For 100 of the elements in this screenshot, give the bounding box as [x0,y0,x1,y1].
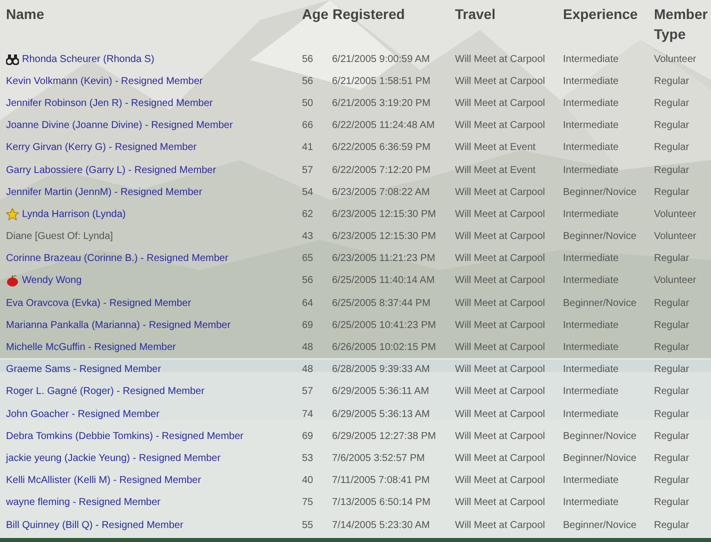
experience-cell: Beginner/Novice [563,520,636,531]
registered-cell: 7/13/2005 6:50:14 PM [332,497,430,508]
travel-cell: Will Meet at Carpool [455,475,546,486]
travel-cell: Will Meet at Event [455,164,536,176]
member-link[interactable]: Wendy Wong [22,275,82,286]
experience-cell: Intermediate [563,76,619,87]
age-cell: 48 [302,364,314,376]
age-cell: 66 [302,120,314,132]
column-header: Registered [332,5,405,24]
experience-cell: Intermediate [563,120,619,132]
member-link[interactable]: Eva Oravcova (Evka) - Resigned Member [6,298,192,309]
column-header: Name [6,5,46,24]
column-header: Age [302,5,328,24]
experience-cell: Intermediate [563,320,619,331]
travel-cell: Will Meet at Carpool [455,408,546,420]
column-header: Travel [455,5,496,24]
travel-cell: Will Meet at Carpool [455,320,546,331]
member-type-cell: Volunteer [654,54,696,65]
travel-cell: Will Meet at Carpool [455,430,546,442]
travel-cell: Will Meet at Carpool [455,54,546,65]
travel-cell: Will Meet at Event [455,142,536,154]
registered-cell: 6/26/2005 10:02:15 PM [332,342,436,354]
registered-cell: 6/21/2005 9:00:59 AM [332,54,430,65]
age-cell: 64 [302,298,314,309]
column-header: Experience [563,5,639,24]
member-link[interactable]: Jennifer Martin (JennM) - Resigned Member [6,186,202,198]
age-cell: 62 [302,208,314,220]
experience-cell: Intermediate [563,342,619,354]
age-cell: 57 [302,386,314,398]
travel-cell: Will Meet at Carpool [455,76,546,87]
age-cell: 48 [302,342,314,354]
member-link[interactable]: Garry Labossiere (Garry L) - Resigned Member [6,164,216,176]
member-link[interactable]: Bill Quinney (Bill Q) - Resigned Member [6,520,184,531]
member-link[interactable]: jackie yeung (Jackie Yeung) - Resigned Member [6,452,221,464]
member-link[interactable]: Kelli McAllister (Kelli M) - Resigned Member [6,475,202,486]
member-link[interactable]: Joanne Divine (Joanne Divine) - Resigned Member [6,120,233,132]
registered-cell: 6/25/2005 11:40:14 AM [332,275,435,286]
member-link[interactable]: Corinne Brazeau (Corinne B.) - Resigned Member [6,253,228,264]
member-type-cell: Regular [654,520,690,531]
member-type-cell: Regular [654,76,690,87]
experience-cell: Intermediate [563,408,619,420]
age-cell: 50 [302,98,314,109]
member-link[interactable]: Graeme Sams - Resigned Member [6,364,162,376]
member-type-cell: Volunteer [654,231,696,242]
member-type-cell: Regular [654,342,690,354]
experience-cell: Beginner/Novice [563,430,636,442]
registered-cell: 6/22/2005 6:36:59 PM [332,142,430,154]
travel-cell: Will Meet at Carpool [455,364,546,376]
guest-name: Diane [Guest Of: Lynda] [6,231,113,242]
member-type-cell: Volunteer [654,208,696,220]
member-link[interactable]: Jennifer Robinson (Jen R) - Resigned Member [6,98,213,109]
member-link[interactable]: Roger L. Gagné (Roger) - Resigned Member [6,386,204,398]
experience-cell: Intermediate [563,275,619,286]
member-link[interactable]: Michelle McGuffin - Resigned Member [6,342,176,354]
age-cell: 56 [302,275,314,286]
travel-cell: Will Meet at Carpool [455,452,546,464]
registered-cell: 6/22/2005 7:12:20 PM [332,164,430,176]
member-link[interactable]: Marianna Pankalla (Marianna) - Resigned Member [6,320,231,331]
registered-cell: 6/29/2005 5:36:11 AM [332,386,430,398]
travel-cell: Will Meet at Carpool [455,98,546,109]
column-header: Member Type [654,5,709,44]
travel-cell: Will Meet at Carpool [455,275,546,286]
member-type-cell: Regular [654,475,690,486]
experience-cell: Intermediate [563,208,619,220]
member-link[interactable]: Debra Tomkins (Debbie Tomkins) - Resigned Member [6,430,244,442]
experience-cell: Intermediate [563,54,619,65]
member-type-cell: Volunteer [654,275,696,286]
experience-cell: Intermediate [563,142,619,154]
experience-cell: Intermediate [563,386,619,398]
member-link[interactable]: Rhonda Scheurer (Rhonda S) [22,54,154,65]
member-link[interactable]: Lynda Harrison (Lynda) [22,208,126,220]
member-type-cell: Regular [654,364,690,376]
member-type-cell: Regular [654,430,690,442]
member-link[interactable]: Kerry Girvan (Kerry G) - Resigned Member [6,142,197,154]
registered-cell: 6/21/2005 1:58:51 PM [332,76,430,87]
member-link[interactable]: John Goacher - Resigned Member [6,408,160,420]
registered-cell: 6/23/2005 7:08:22 AM [332,186,430,198]
member-type-cell: Regular [654,320,690,331]
member-type-cell: Regular [654,186,690,198]
registered-cell: 6/25/2005 10:41:23 PM [332,320,436,331]
experience-cell: Beginner/Novice [563,231,636,242]
experience-cell: Beginner/Novice [563,298,636,309]
age-cell: 55 [302,520,314,531]
member-link[interactable]: Kevin Volkmann (Kevin) - Resigned Member [6,76,203,87]
member-type-cell: Regular [654,98,690,109]
age-cell: 65 [302,253,314,264]
age-cell: 43 [302,231,314,242]
age-cell: 56 [302,54,314,65]
experience-cell: Intermediate [563,497,619,508]
registered-cell: 6/22/2005 11:24:48 AM [332,120,435,132]
travel-cell: Will Meet at Carpool [455,231,546,242]
experience-cell: Intermediate [563,253,619,264]
age-cell: 40 [302,475,314,486]
member-type-cell: Regular [654,452,690,464]
experience-cell: Intermediate [563,364,619,376]
travel-cell: Will Meet at Carpool [455,386,546,398]
member-type-cell: Regular [654,253,690,264]
travel-cell: Will Meet at Carpool [455,520,546,531]
age-cell: 54 [302,186,314,198]
member-link[interactable]: wayne fleming - Resigned Member [6,497,161,508]
